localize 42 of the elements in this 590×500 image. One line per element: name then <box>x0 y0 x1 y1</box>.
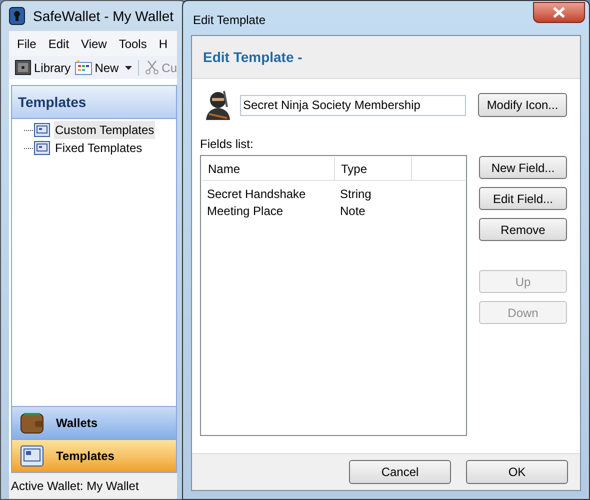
sidebar-title: Templates <box>12 86 176 119</box>
toolbar-button[interactable]: New <box>74 58 119 76</box>
table-cell-text: Meeting Place <box>206 202 284 220</box>
footer-button[interactable]: Cancel <box>349 460 451 484</box>
dropdown-caret-icon[interactable] <box>124 66 132 70</box>
safe-icon <box>15 60 31 75</box>
scissors-icon <box>144 60 159 75</box>
close-icon <box>553 7 565 18</box>
nav-button[interactable]: Templates <box>12 439 176 472</box>
footer-button[interactable]: OK <box>466 460 568 484</box>
menu-item[interactable]: H <box>158 34 168 52</box>
side-button[interactable]: Edit Field... <box>479 187 567 210</box>
close-button[interactable] <box>533 2 585 23</box>
grid-icon <box>74 60 92 75</box>
fields-list-label: Fields list: <box>200 137 254 151</box>
nav-button[interactable]: Wallets <box>12 406 176 439</box>
template-icon <box>34 123 50 137</box>
table-cell-text: Secret Handshake <box>206 186 307 202</box>
tree-item[interactable]: Custom Templates <box>54 121 156 139</box>
table-cell-text: String <box>339 186 372 202</box>
ninja-icon <box>203 89 233 121</box>
dialog-title: Edit Template <box>193 12 266 29</box>
dialog-heading: Edit Template - <box>203 48 302 67</box>
template-icon <box>20 445 44 467</box>
side-button[interactable]: New Field... <box>479 156 567 179</box>
side-button[interactable]: Remove <box>479 218 567 241</box>
status-bar: Active Wallet: My Wallet <box>9 473 177 499</box>
menu-item[interactable]: Tools <box>118 34 147 52</box>
menu-item[interactable]: File <box>17 34 36 52</box>
tree-item[interactable]: Fixed Templates <box>54 139 144 157</box>
template-name-field[interactable]: Secret Ninja Society Membership <box>240 94 466 116</box>
column-header[interactable]: Type <box>335 157 412 180</box>
table-cell-text: Note <box>339 202 366 220</box>
toolbar-button[interactable]: Library <box>15 58 71 76</box>
wallet-icon <box>20 412 44 434</box>
window-title: SafeWallet - My Wallet <box>33 6 174 26</box>
menu-item[interactable]: Edit <box>48 34 70 52</box>
menu-item[interactable]: View <box>81 34 107 52</box>
app-logo-icon <box>9 7 25 25</box>
column-header[interactable]: Name <box>202 157 335 180</box>
template-icon <box>34 141 50 155</box>
modify-icon-button[interactable]: Modify Icon... <box>478 93 567 117</box>
